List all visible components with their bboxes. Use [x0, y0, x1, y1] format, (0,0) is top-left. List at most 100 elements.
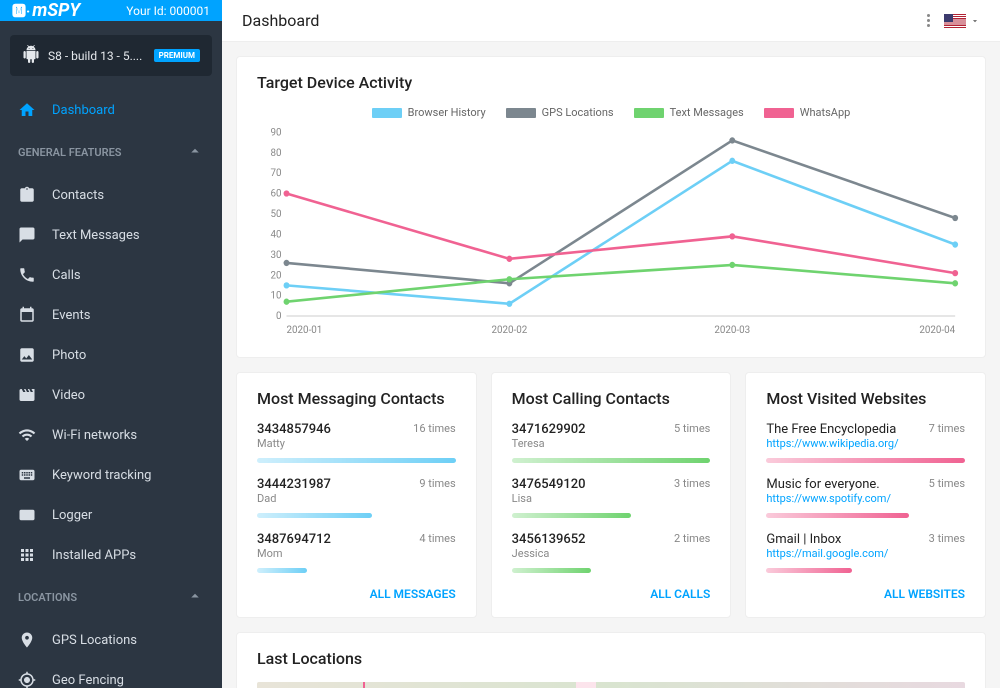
item-title: The Free Encyclopedia: [766, 422, 898, 437]
chevron-up-icon: [186, 142, 204, 163]
progress-bar: [512, 568, 591, 573]
progress-bar: [257, 513, 372, 518]
websites-all-link[interactable]: ALL WEBSITES: [766, 587, 965, 601]
sidebar-item-geo[interactable]: Geo Fencing: [0, 660, 222, 688]
item-title: 3476549120: [512, 477, 586, 492]
section-locations[interactable]: LOCATIONS: [0, 575, 222, 620]
legend-swatch: [634, 108, 664, 118]
item-sub: Dad: [257, 492, 331, 505]
sidebar-item-label: Logger: [52, 508, 92, 523]
item-title: Gmail | Inbox: [766, 532, 888, 547]
video-icon: [18, 386, 36, 404]
topbar: Dashboard: [222, 0, 1000, 42]
sidebar-item-label: Contacts: [52, 188, 104, 203]
item-sub[interactable]: https://www.spotify.com/: [766, 492, 891, 505]
legend-item[interactable]: Text Messages: [634, 106, 744, 119]
sidebar-item-gps[interactable]: GPS Locations: [0, 620, 222, 660]
svg-text:10: 10: [271, 290, 282, 301]
sidebar-item-label: Dashboard: [52, 103, 115, 118]
chevron-down-icon: [970, 16, 980, 26]
sidebar-item-text-messages[interactable]: Text Messages: [0, 215, 222, 255]
list-item: Gmail | Inbox https://mail.google.com/ 3…: [766, 532, 965, 573]
svg-text:40: 40: [271, 229, 282, 240]
calling-all-link[interactable]: ALL CALLS: [512, 587, 711, 601]
menu-dots-icon[interactable]: [927, 14, 930, 27]
sidebar-item-label: Keyword tracking: [52, 468, 152, 483]
sidebar-item-events[interactable]: Events: [0, 295, 222, 335]
svg-text:2020-03: 2020-03: [714, 325, 750, 336]
item-title: 3434857946: [257, 422, 331, 437]
messaging-card: Most Messaging Contacts 3434857946 Matty…: [236, 372, 477, 618]
item-title: 3471629902: [512, 422, 586, 437]
keyboard-icon: [18, 506, 36, 524]
item-title: Music for everyone.: [766, 477, 891, 492]
main: Dashboard Target Device Activity Browser…: [222, 0, 1000, 688]
list-item: 3456139652 Jessica 2 times: [512, 532, 711, 573]
activity-chart-card: Target Device Activity Browser History GP…: [236, 56, 986, 358]
item-title: 3487694712: [257, 532, 331, 547]
chart-legend: Browser History GPS Locations Text Message…: [257, 106, 965, 119]
item-sub[interactable]: https://www.wikipedia.org/: [766, 437, 898, 450]
list-item: 3471629902 Teresa 5 times: [512, 422, 711, 463]
chart-title: Target Device Activity: [257, 73, 965, 92]
wifi-icon: [18, 426, 36, 444]
svg-text:0: 0: [276, 311, 282, 322]
item-sub: Teresa: [512, 437, 586, 450]
language-selector[interactable]: [944, 14, 980, 28]
list-item: 3444231987 Dad 9 times: [257, 477, 456, 518]
card-title: Most Visited Websites: [766, 389, 965, 408]
item-title: 3444231987: [257, 477, 331, 492]
sidebar: 🅼·mSPY Your Id: 000001 S8 - build 13 - 5…: [0, 0, 222, 688]
map-preview[interactable]: [257, 682, 965, 688]
item-sub[interactable]: https://mail.google.com/: [766, 547, 888, 560]
item-title: 3456139652: [512, 532, 586, 547]
sidebar-item-calls[interactable]: Calls: [0, 255, 222, 295]
item-count: 4 times: [419, 532, 455, 545]
last-locations-title: Last Locations: [257, 649, 965, 668]
legend-item[interactable]: GPS Locations: [506, 106, 614, 119]
keyboard-icon: [18, 466, 36, 484]
sidebar-item-label: Text Messages: [52, 228, 140, 243]
home-icon: [18, 101, 36, 119]
device-name: S8 - build 13 - 5....: [48, 49, 146, 63]
list-item: 3476549120 Lisa 3 times: [512, 477, 711, 518]
logo: 🅼·mSPY: [12, 0, 80, 21]
messaging-all-link[interactable]: ALL MESSAGES: [257, 587, 456, 601]
item-count: 3 times: [674, 477, 710, 490]
user-id: Your Id: 000001: [126, 4, 210, 18]
progress-bar: [766, 513, 909, 518]
chevron-up-icon: [186, 587, 204, 608]
svg-text:30: 30: [271, 250, 282, 261]
sidebar-item-logger[interactable]: Logger: [0, 495, 222, 535]
pin-icon: [18, 631, 36, 649]
progress-bar: [766, 458, 965, 463]
sidebar-item-apps[interactable]: Installed APPs: [0, 535, 222, 575]
clipboard-icon: [18, 186, 36, 204]
list-item: 3434857946 Matty 16 times: [257, 422, 456, 463]
sidebar-item-label: Geo Fencing: [52, 673, 124, 688]
calendar-icon: [18, 306, 36, 324]
svg-text:50: 50: [271, 209, 282, 220]
sidebar-item-label: Video: [52, 388, 85, 403]
legend-item[interactable]: Browser History: [372, 106, 486, 119]
progress-bar: [766, 568, 851, 573]
progress-bar: [512, 458, 711, 463]
sidebar-item-label: Photo: [52, 348, 86, 363]
sidebar-item-contacts[interactable]: Contacts: [0, 175, 222, 215]
item-count: 16 times: [413, 422, 456, 435]
item-count: 5 times: [674, 422, 710, 435]
svg-text:60: 60: [271, 188, 282, 199]
svg-text:20: 20: [271, 270, 282, 281]
sidebar-item-photo[interactable]: Photo: [0, 335, 222, 375]
section-general[interactable]: GENERAL FEATURES: [0, 130, 222, 175]
page-title: Dashboard: [242, 11, 319, 30]
item-count: 7 times: [929, 422, 965, 435]
sidebar-item-dashboard[interactable]: Dashboard: [0, 90, 222, 130]
sidebar-item-wifi[interactable]: Wi-Fi networks: [0, 415, 222, 455]
sidebar-item-keyword[interactable]: Keyword tracking: [0, 455, 222, 495]
sidebar-item-label: Calls: [52, 268, 81, 283]
sidebar-item-video[interactable]: Video: [0, 375, 222, 415]
svg-text:2020-04: 2020-04: [919, 325, 955, 336]
legend-item[interactable]: WhatsApp: [764, 106, 851, 119]
device-selector[interactable]: S8 - build 13 - 5.... PREMIUM: [10, 35, 212, 76]
